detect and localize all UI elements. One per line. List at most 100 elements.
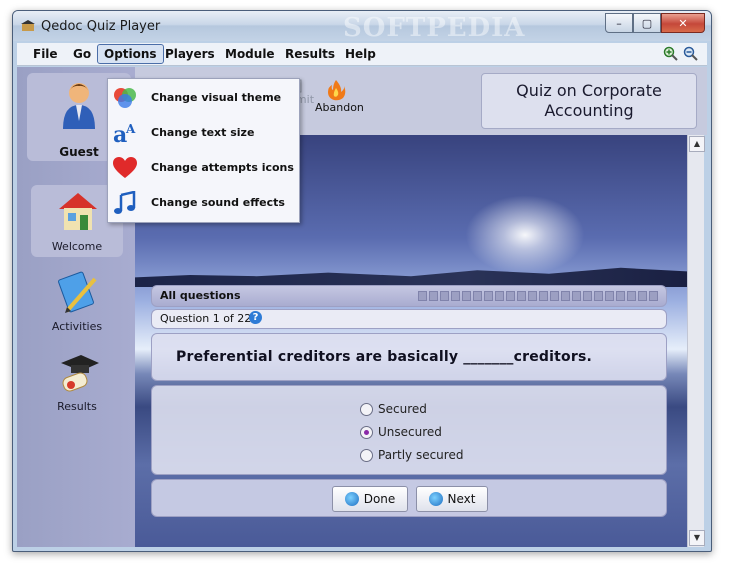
maximize-button[interactable]: ▢ <box>633 13 661 33</box>
zoom-in-icon[interactable] <box>663 46 679 62</box>
progress-cell <box>429 291 438 301</box>
progress-cell <box>583 291 592 301</box>
menu-label-text-size: Change text size <box>151 126 255 139</box>
abandon-label: Abandon <box>315 101 364 114</box>
menu-options[interactable]: Options <box>97 44 164 64</box>
menu-item-change-visual-theme[interactable]: Change visual theme <box>108 80 299 115</box>
graduation-cap-icon <box>61 355 99 392</box>
progress-cell <box>495 291 504 301</box>
radio-unsecured[interactable] <box>360 425 373 439</box>
progress-cell <box>506 291 515 301</box>
progress-cell <box>572 291 581 301</box>
done-icon <box>344 492 359 506</box>
heart-icon <box>113 157 137 178</box>
menu-help[interactable]: Help <box>339 45 382 63</box>
window-title: Qedoc Quiz Player <box>41 19 161 34</box>
option-label-secured: Secured <box>378 402 427 416</box>
user-avatar-icon <box>63 83 95 129</box>
question-panel: Preferential creditors are basically ___… <box>151 333 667 381</box>
vertical-scrollbar[interactable]: ▲ ▼ <box>687 135 705 547</box>
abandon-tool[interactable]: Abandon <box>315 79 364 114</box>
radio-partly-secured[interactable] <box>360 448 373 462</box>
quiz-title-panel: Quiz on Corporate Accounting <box>481 73 697 129</box>
section-label: All questions <box>160 289 241 302</box>
progress-cell <box>539 291 548 301</box>
option-unsecured[interactable]: Unsecured <box>360 423 442 441</box>
progress-cell <box>550 291 559 301</box>
question-progress <box>418 291 658 301</box>
menu-file[interactable]: File <box>27 45 64 63</box>
zoom-controls <box>663 46 699 62</box>
menu-go[interactable]: Go <box>67 45 97 63</box>
question-counter-bar: Question 1 of 22. ? <box>151 309 667 329</box>
progress-cell <box>594 291 603 301</box>
done-button[interactable]: Done <box>332 486 408 512</box>
menu-players[interactable]: Players <box>159 45 221 63</box>
sidebar-label-results: Results <box>57 400 97 413</box>
progress-cell <box>484 291 493 301</box>
option-partly-secured[interactable]: Partly secured <box>360 446 463 464</box>
scroll-up-button[interactable]: ▲ <box>689 136 705 152</box>
menu-label-visual-theme: Change visual theme <box>151 91 282 104</box>
radio-secured[interactable] <box>360 402 373 416</box>
title-bar[interactable]: Qedoc Quiz Player SOFTPEDIA – ▢ ✕ <box>13 11 711 43</box>
progress-cell <box>638 291 647 301</box>
text-size-icon: a A <box>113 122 136 145</box>
options-dropdown-menu: Change visual theme a A Change text size… <box>107 78 300 223</box>
background-horizon <box>135 267 687 287</box>
all-questions-bar: All questions <box>151 285 667 307</box>
sidebar-label-activities: Activities <box>51 320 103 333</box>
next-label: Next <box>447 492 476 506</box>
next-button[interactable]: Next <box>416 486 488 512</box>
background-sun <box>465 195 585 275</box>
progress-cell <box>473 291 482 301</box>
quiz-title-line2: Accounting <box>544 101 634 120</box>
done-label: Done <box>363 492 396 506</box>
progress-cell <box>627 291 636 301</box>
scroll-down-button[interactable]: ▼ <box>689 530 705 546</box>
sidebar-item-results[interactable]: Results <box>31 345 123 417</box>
menu-bar: File Go Options Players Module Results H… <box>17 43 707 66</box>
progress-cell <box>528 291 537 301</box>
progress-cell <box>462 291 471 301</box>
progress-cell <box>440 291 449 301</box>
menu-item-change-sound-effects[interactable]: Change sound effects <box>108 185 299 220</box>
option-label-unsecured: Unsecured <box>378 425 442 439</box>
music-note-icon <box>114 191 136 214</box>
app-icon <box>21 20 35 31</box>
sidebar-item-activities[interactable]: Activities <box>31 265 123 337</box>
progress-cell <box>605 291 614 301</box>
app-window: Qedoc Quiz Player SOFTPEDIA – ▢ ✕ File G… <box>12 10 712 552</box>
menu-item-change-attempts-icons[interactable]: Change attempts icons <box>108 150 299 185</box>
watermark: SOFTPEDIA <box>343 13 526 43</box>
help-icon[interactable]: ? <box>249 311 262 324</box>
progress-cell <box>517 291 526 301</box>
menu-results[interactable]: Results <box>279 45 341 63</box>
progress-cell <box>418 291 427 301</box>
menu-label-attempts-icons: Change attempts icons <box>151 161 294 174</box>
menu-label-sound-effects: Change sound effects <box>151 196 285 209</box>
question-text: Preferential creditors are basically ___… <box>176 349 593 365</box>
progress-cell <box>451 291 460 301</box>
actions-bar: Done Next <box>151 479 667 517</box>
minimize-button[interactable]: – <box>605 13 633 33</box>
menu-module[interactable]: Module <box>219 45 281 63</box>
sidebar-label-welcome: Welcome <box>51 240 103 253</box>
quiz-title-line1: Quiz on Corporate <box>516 81 662 100</box>
svg-text:A: A <box>125 122 136 136</box>
option-secured[interactable]: Secured <box>360 400 427 418</box>
question-counter: Question 1 of 22. <box>160 312 255 325</box>
house-icon <box>59 193 97 230</box>
fire-icon <box>328 80 346 101</box>
zoom-out-icon[interactable] <box>683 46 699 62</box>
menu-item-change-text-size[interactable]: a A Change text size <box>108 115 299 150</box>
progress-cell <box>616 291 625 301</box>
activities-icon <box>58 271 97 313</box>
progress-cell <box>649 291 658 301</box>
window-controls: – ▢ ✕ <box>605 13 705 33</box>
progress-cell <box>561 291 570 301</box>
next-icon <box>428 492 443 506</box>
close-button[interactable]: ✕ <box>661 13 705 33</box>
option-label-partly-secured: Partly secured <box>378 448 464 462</box>
answers-panel: Secured Unsecured Partly secured <box>151 385 667 475</box>
